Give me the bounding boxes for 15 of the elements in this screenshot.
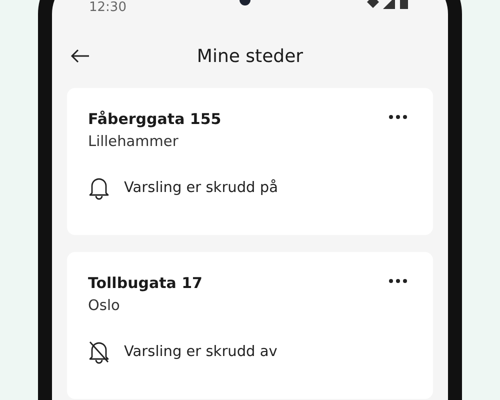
more-icon [388,278,408,284]
place-address: Tollbugata 17 [88,274,202,292]
page-title: Mine steder [196,46,304,66]
back-button[interactable] [70,49,90,63]
status-time: 12:30 [89,1,126,15]
place-card[interactable]: Fåberggata 155 Lillehammer Varsling er skrudd på [67,88,433,235]
place-city: Lillehammer [88,134,180,150]
place-address: Fåberggata 155 [88,110,222,128]
back-arrow-icon [70,49,90,63]
more-icon [388,114,408,120]
notification-status: Varsling er skrudd av [124,344,278,360]
camera-icon [238,0,251,6]
place-city: Oslo [88,298,121,314]
place-card[interactable]: Tollbugata 17 Oslo Varsling er skrudd av [67,252,433,399]
notification-status: Varsling er skrudd på [124,180,278,196]
